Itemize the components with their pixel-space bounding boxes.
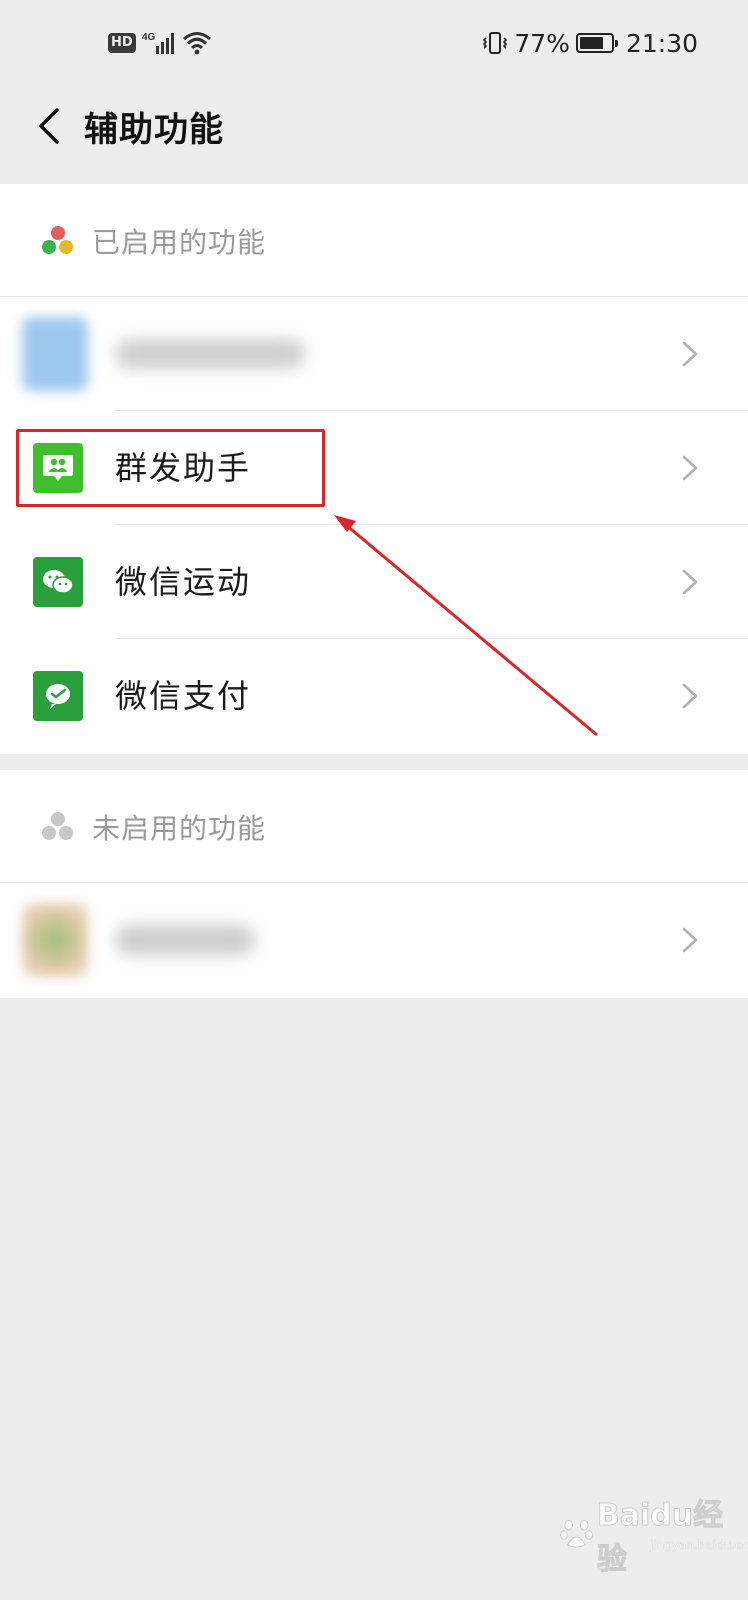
watermark-url: jingyan.baidu.com [650, 1538, 748, 1552]
svg-text:4G: 4G [142, 32, 156, 43]
list-item-blurred[interactable] [0, 883, 748, 997]
list-item-label: 微信支付 [115, 677, 252, 715]
battery-icon [575, 33, 618, 53]
blurred-app-icon [22, 317, 88, 391]
enabled-section-title: 已启用的功能 [92, 225, 267, 259]
chevron-left-icon [39, 108, 59, 144]
status-left: HD 4G [108, 28, 212, 58]
watermark-brand: Baidu经验 [596, 1498, 724, 1578]
enabled-section-header: 已启用的功能 [0, 184, 748, 297]
chevron-right-icon [682, 341, 698, 367]
battery-level [579, 37, 604, 49]
three-dots-gray-icon [42, 811, 73, 840]
blurred-label [115, 925, 255, 955]
battery-percent: 77% [514, 28, 570, 58]
status-right: 77% 21:30 [482, 26, 698, 60]
vibrate-icon [483, 32, 508, 54]
status-bar: HD 4G 77% 21:30 [0, 0, 748, 86]
chevron-right-icon [682, 569, 698, 595]
disabled-section-title: 未启用的功能 [92, 811, 267, 845]
paw-logo [560, 1519, 593, 1548]
blurred-label [115, 339, 305, 369]
list-item-wechat-sport[interactable]: 微信运动 [0, 525, 748, 639]
clock: 21:30 [625, 28, 698, 58]
annotation-highlight-box [16, 429, 325, 507]
chevron-right-icon [682, 683, 698, 709]
chevron-right-icon [682, 455, 698, 481]
wifi-icon [182, 32, 211, 55]
list-item-blurred[interactable] [0, 297, 748, 411]
back-button[interactable] [20, 98, 76, 154]
hd-badge: HD [108, 33, 136, 53]
baidu-watermark: Baidu经验 jingyan.baidu.com [560, 1490, 748, 1578]
signal-4g-icon: 4G [142, 32, 174, 54]
wechat-pay-icon [33, 671, 83, 721]
nav-bar: 辅助功能 [0, 86, 748, 166]
chevron-right-icon [682, 927, 698, 953]
disabled-section-header: 未启用的功能 [0, 770, 748, 883]
wechat-sport-icon [33, 557, 83, 607]
list-item-label: 微信运动 [115, 563, 252, 601]
three-dots-color-icon [42, 225, 73, 254]
page-title: 辅助功能 [84, 110, 224, 150]
list-item-wechat-pay[interactable]: 微信支付 [0, 639, 748, 753]
disabled-section: 未启用的功能 [0, 770, 748, 998]
blurred-app-icon [22, 903, 88, 977]
